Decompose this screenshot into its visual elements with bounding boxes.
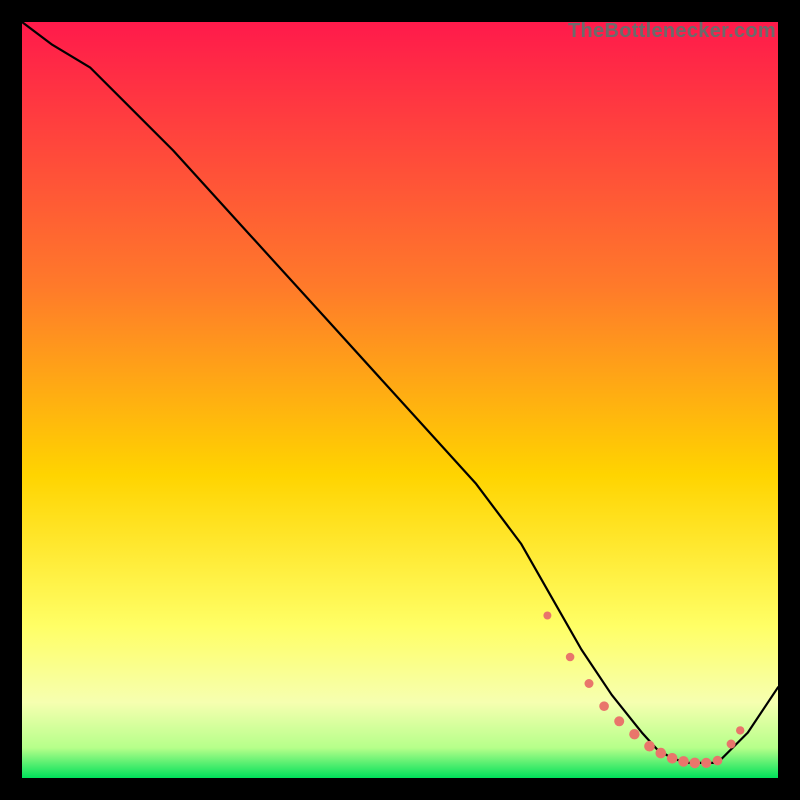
marker-dot [629,729,639,739]
marker-dot [614,716,624,726]
marker-dot [701,758,711,768]
marker-dot [667,753,678,764]
marker-dot [566,653,575,662]
marker-dot [585,679,594,688]
marker-dot [736,726,744,734]
marker-dot [713,756,723,766]
marker-dot [599,701,609,711]
chart-frame: TheBottlenecker.com [22,22,778,778]
marker-dot [678,756,689,767]
chart-svg [22,22,778,778]
marker-dot [656,748,667,759]
marker-dot [543,612,551,620]
marker-dot [644,741,655,752]
marker-dot [690,758,701,769]
marker-dot [727,740,736,749]
